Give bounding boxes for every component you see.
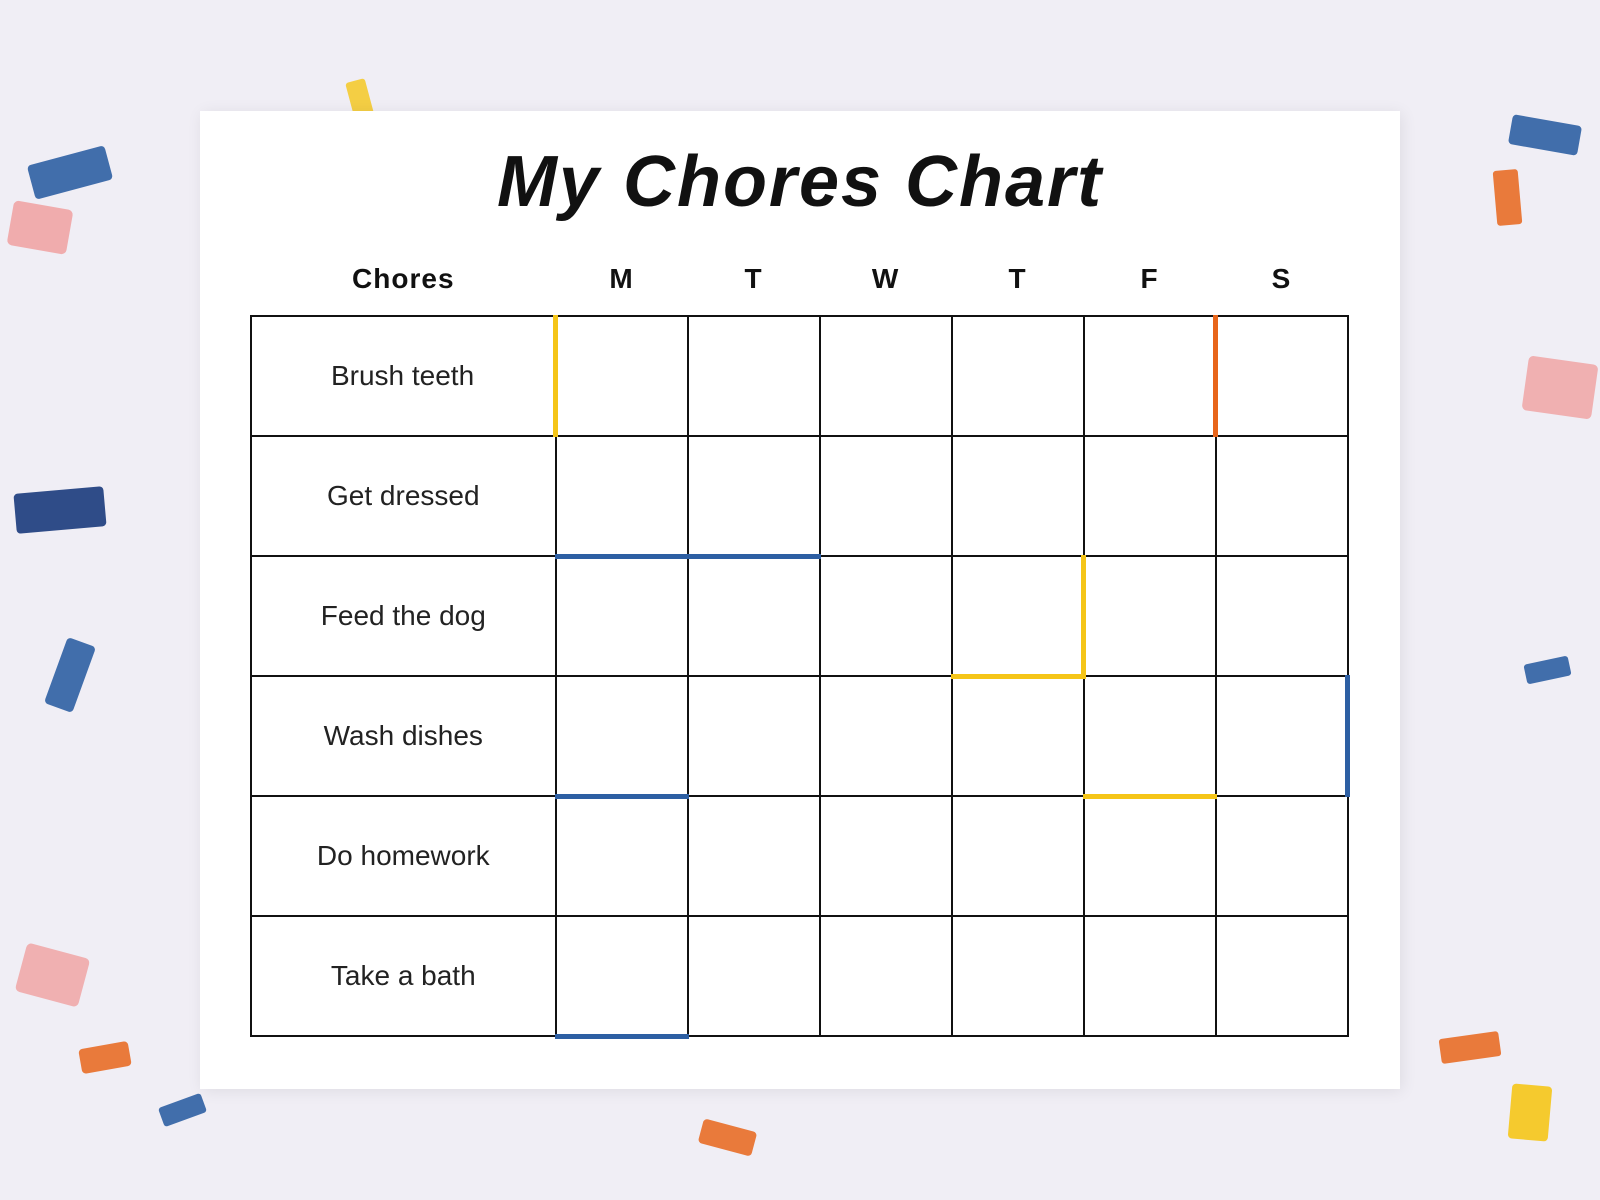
cell-4-fri[interactable]: [1084, 676, 1216, 796]
cell-1-sat[interactable]: [1216, 316, 1348, 436]
deco-shape-7: [158, 1093, 207, 1127]
cell-1-mon[interactable]: [556, 316, 688, 436]
cell-3-tue[interactable]: [688, 556, 820, 676]
cell-4-wed[interactable]: [820, 676, 952, 796]
cell-6-tue[interactable]: [688, 916, 820, 1036]
cell-6-fri[interactable]: [1084, 916, 1216, 1036]
deco-shape-15: [698, 1118, 758, 1156]
deco-shape-4: [44, 637, 96, 713]
cell-4-mon[interactable]: [556, 676, 688, 796]
deco-shape-12: [1523, 656, 1571, 685]
cell-3-sat[interactable]: [1216, 556, 1348, 676]
cell-5-sat[interactable]: [1216, 796, 1348, 916]
chore-name-2: Get dressed: [251, 436, 556, 556]
header-fri: F: [1084, 253, 1216, 316]
cell-2-mon[interactable]: [556, 436, 688, 556]
chore-name-3: Feed the dog: [251, 556, 556, 676]
chart-container: My Chores Chart Chores M T W T F S Brush…: [200, 111, 1400, 1089]
cell-6-mon[interactable]: [556, 916, 688, 1036]
page-wrapper: My Chores Chart Chores M T W T F S Brush…: [0, 0, 1600, 1200]
cell-3-fri[interactable]: [1084, 556, 1216, 676]
cell-3-thu[interactable]: [952, 556, 1084, 676]
table-row: Get dressed: [251, 436, 1348, 556]
header-thu: T: [952, 253, 1084, 316]
table-row: Brush teeth: [251, 316, 1348, 436]
cell-1-wed[interactable]: [820, 316, 952, 436]
chore-name-4: Wash dishes: [251, 676, 556, 796]
cell-6-sat[interactable]: [1216, 916, 1348, 1036]
header-sat: S: [1216, 253, 1348, 316]
chores-table: Chores M T W T F S Brush teeth: [250, 253, 1350, 1039]
cell-6-thu[interactable]: [952, 916, 1084, 1036]
deco-shape-6: [15, 942, 91, 1007]
cell-2-tue[interactable]: [688, 436, 820, 556]
cell-5-tue[interactable]: [688, 796, 820, 916]
deco-shape-3: [13, 486, 106, 534]
cell-5-wed[interactable]: [820, 796, 952, 916]
header-tue: T: [688, 253, 820, 316]
table-row: Feed the dog: [251, 556, 1348, 676]
cell-2-wed[interactable]: [820, 436, 952, 556]
cell-1-tue[interactable]: [688, 316, 820, 436]
cell-5-thu[interactable]: [952, 796, 1084, 916]
table-row: Wash dishes: [251, 676, 1348, 796]
cell-2-thu[interactable]: [952, 436, 1084, 556]
header-mon: M: [556, 253, 688, 316]
cell-2-fri[interactable]: [1084, 436, 1216, 556]
cell-4-thu[interactable]: [952, 676, 1084, 796]
header-wed: W: [820, 253, 952, 316]
deco-shape-1: [27, 145, 113, 200]
chart-title: My Chores Chart: [250, 141, 1350, 223]
cell-1-thu[interactable]: [952, 316, 1084, 436]
cell-5-fri[interactable]: [1084, 796, 1216, 916]
chore-name-1: Brush teeth: [251, 316, 556, 436]
cell-3-wed[interactable]: [820, 556, 952, 676]
table-header-row: Chores M T W T F S: [251, 253, 1348, 316]
deco-shape-9: [1508, 114, 1582, 156]
table-row: Take a bath: [251, 916, 1348, 1036]
deco-shape-5: [78, 1041, 132, 1074]
cell-6-wed[interactable]: [820, 916, 952, 1036]
deco-shape-13: [1508, 1083, 1553, 1141]
deco-shape-11: [1522, 355, 1599, 419]
cell-4-tue[interactable]: [688, 676, 820, 796]
cell-3-mon[interactable]: [556, 556, 688, 676]
deco-shape-10: [1493, 169, 1523, 226]
cell-5-mon[interactable]: [556, 796, 688, 916]
chore-name-5: Do homework: [251, 796, 556, 916]
cell-2-sat[interactable]: [1216, 436, 1348, 556]
cell-4-sat[interactable]: [1216, 676, 1348, 796]
chore-name-6: Take a bath: [251, 916, 556, 1036]
deco-shape-14: [1439, 1031, 1502, 1064]
deco-shape-2: [7, 200, 74, 255]
header-chores: Chores: [251, 253, 556, 316]
cell-1-fri[interactable]: [1084, 316, 1216, 436]
table-row: Do homework: [251, 796, 1348, 916]
